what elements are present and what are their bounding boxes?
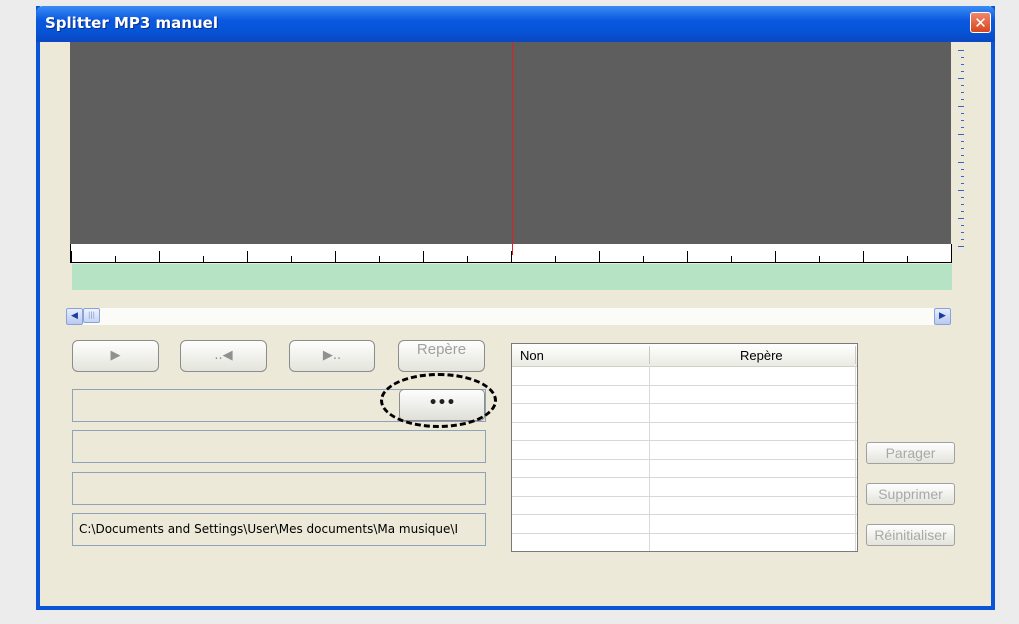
- playhead-cursor[interactable]: [512, 42, 513, 255]
- ruler-tick: [907, 256, 908, 263]
- output-path-field[interactable]: C:\Documents and Settings\User\Mes docum…: [72, 513, 486, 546]
- level-tick: [961, 183, 964, 184]
- play-button[interactable]: ▶: [72, 340, 159, 372]
- window-title: Splitter MP3 manuel: [45, 14, 218, 32]
- waveform-display[interactable]: [70, 42, 951, 244]
- input-field-3[interactable]: [72, 472, 486, 505]
- scroll-thumb[interactable]: |||: [83, 308, 100, 323]
- scroll-left-button[interactable]: ◀: [66, 308, 83, 325]
- level-tick: [958, 50, 964, 51]
- ruler-tick: [643, 256, 644, 263]
- scroll-right-icon: ▶: [939, 311, 946, 321]
- level-tick: [958, 162, 964, 163]
- title-bar[interactable]: Splitter MP3 manuel ✕: [36, 6, 995, 42]
- table-row[interactable]: [512, 532, 857, 534]
- ruler-tick: [731, 256, 732, 263]
- table-row[interactable]: [512, 495, 857, 497]
- level-tick: [961, 148, 964, 149]
- play-icon: ▶: [110, 348, 121, 363]
- splitter-window: Splitter MP3 manuel ✕ ◀ ||| ▶ ▶ ..◀ ▶.. …: [36, 6, 995, 610]
- level-tick: [958, 106, 964, 107]
- level-tick: [961, 113, 964, 114]
- level-tick: [961, 92, 964, 93]
- ruler-tick: [687, 251, 688, 263]
- split-button[interactable]: Parager: [866, 442, 955, 464]
- previous-marker-button[interactable]: ..◀: [180, 340, 267, 372]
- table-row[interactable]: [512, 551, 857, 552]
- highlight-outline: [380, 373, 497, 428]
- forward-icon: ▶..: [322, 348, 342, 363]
- ruler-tick: [159, 251, 160, 263]
- level-tick: [958, 218, 964, 219]
- time-ruler: [70, 244, 952, 263]
- level-tick: [961, 57, 964, 58]
- table-row[interactable]: [512, 421, 857, 423]
- reset-button[interactable]: Réinitialiser: [866, 524, 955, 546]
- ruler-tick: [247, 251, 248, 263]
- ruler-tick: [115, 256, 116, 263]
- level-tick: [961, 225, 964, 226]
- marker-table[interactable]: Non Repère: [511, 343, 858, 552]
- level-tick: [961, 99, 964, 100]
- level-tick: [961, 85, 964, 86]
- close-button[interactable]: ✕: [970, 12, 991, 33]
- level-tick: [958, 134, 964, 135]
- ruler-tick: [555, 256, 556, 263]
- back-icon: ..◀: [214, 348, 233, 363]
- ruler-tick: [467, 256, 468, 263]
- ruler-tick: [71, 251, 72, 263]
- table-row[interactable]: [512, 477, 857, 478]
- ruler-tick: [423, 251, 424, 263]
- ruler-tick: [819, 256, 820, 263]
- ruler-tick: [599, 251, 600, 263]
- level-tick: [961, 64, 964, 65]
- marker-button[interactable]: Repère: [398, 340, 485, 372]
- level-tick: [961, 155, 964, 156]
- scroll-right-button[interactable]: ▶: [934, 308, 951, 325]
- level-tick: [961, 232, 964, 233]
- level-tick: [961, 169, 964, 170]
- selection-bar[interactable]: [72, 264, 952, 290]
- table-row[interactable]: [512, 458, 857, 460]
- ruler-tick: [775, 251, 776, 263]
- ruler-tick: [863, 251, 864, 263]
- column-header-marker[interactable]: Repère: [740, 348, 783, 363]
- delete-button[interactable]: Supprimer: [866, 483, 955, 505]
- table-row[interactable]: [512, 403, 857, 404]
- ruler-tick: [203, 256, 204, 263]
- column-header-name[interactable]: Non: [520, 348, 544, 363]
- level-tick: [958, 246, 964, 247]
- table-row[interactable]: [512, 440, 857, 441]
- scroll-left-icon: ◀: [71, 311, 78, 321]
- level-tick: [961, 71, 964, 72]
- level-tick: [961, 120, 964, 121]
- input-field-2[interactable]: [72, 430, 486, 463]
- output-path-value: C:\Documents and Settings\User\Mes docum…: [79, 522, 458, 536]
- table-row[interactable]: [512, 384, 857, 386]
- level-tick: [961, 197, 964, 198]
- table-row[interactable]: [512, 514, 857, 515]
- ruler-tick: [335, 251, 336, 263]
- next-marker-button[interactable]: ▶..: [289, 340, 375, 372]
- level-tick: [961, 211, 964, 212]
- ruler-tick: [291, 256, 292, 263]
- level-tick: [961, 176, 964, 177]
- horizontal-scrollbar[interactable]: ◀ ||| ▶: [66, 308, 951, 325]
- level-tick: [958, 190, 964, 191]
- table-header: Non Repère: [512, 344, 857, 367]
- ruler-tick: [951, 251, 952, 263]
- level-tick: [961, 239, 964, 240]
- level-tick: [961, 204, 964, 205]
- level-tick: [961, 141, 964, 142]
- ruler-tick: [379, 256, 380, 263]
- level-tick: [958, 78, 964, 79]
- level-scale: [958, 50, 970, 250]
- level-tick: [961, 127, 964, 128]
